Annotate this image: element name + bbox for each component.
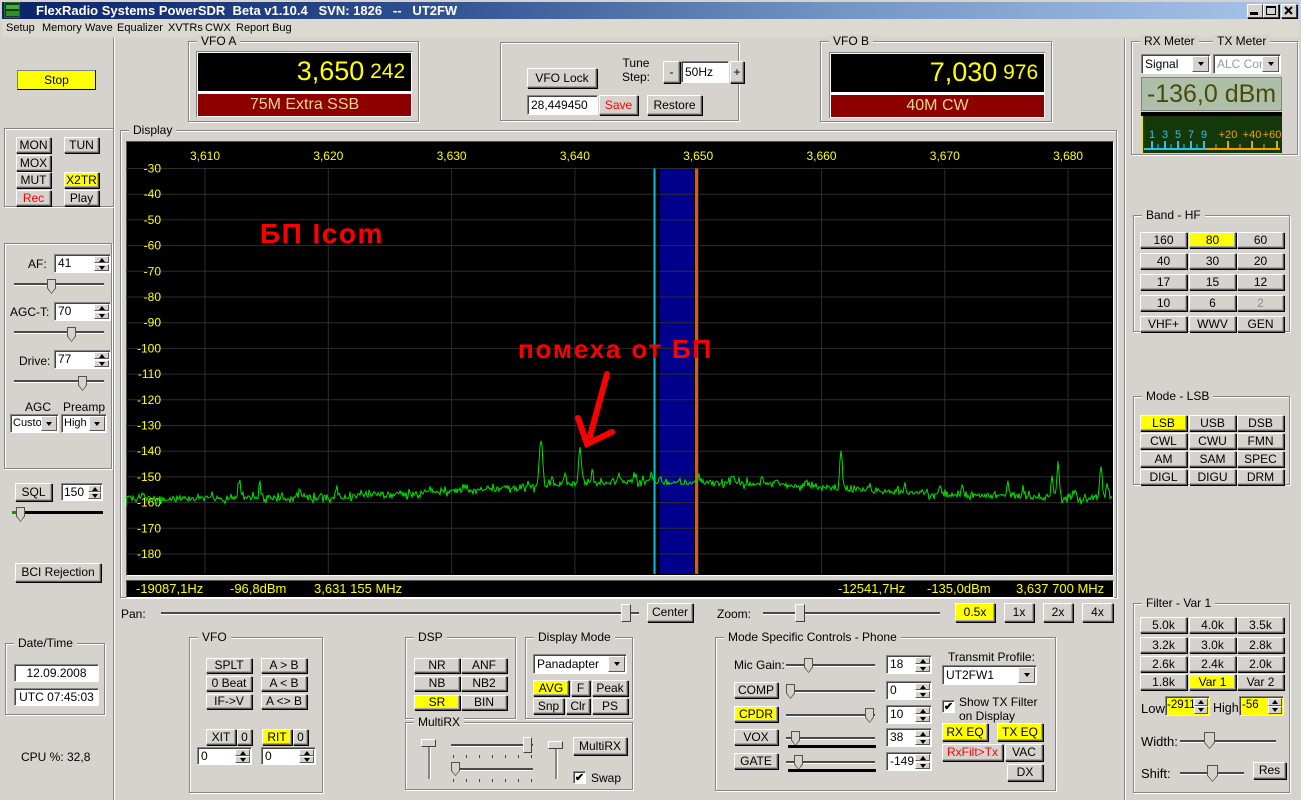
svg-text:+40: +40	[1243, 129, 1262, 141]
svg-text:помеха от БП: помеха от БП	[518, 334, 713, 364]
svg-text:-170: -170	[137, 521, 161, 535]
svg-text:-180: -180	[137, 547, 161, 561]
svg-text:1: 1	[1149, 129, 1155, 141]
svg-text:9: 9	[1201, 129, 1207, 141]
svg-text:-60: -60	[144, 239, 162, 253]
svg-text:+20: +20	[1219, 129, 1238, 141]
svg-text:+60: +60	[1263, 129, 1282, 141]
svg-text:5: 5	[1175, 129, 1181, 141]
svg-text:-140: -140	[137, 444, 161, 458]
svg-text:-70: -70	[144, 264, 162, 278]
svg-text:3,670: 3,670	[930, 149, 960, 163]
svg-text:3,620: 3,620	[313, 149, 343, 163]
svg-text:3,630: 3,630	[437, 149, 467, 163]
svg-text:БП Icom: БП Icom	[260, 218, 384, 249]
svg-text:-130: -130	[137, 419, 161, 433]
svg-text:3,680: 3,680	[1053, 149, 1083, 163]
svg-text:-80: -80	[144, 290, 162, 304]
svg-text:-30: -30	[144, 162, 162, 176]
svg-text:-120: -120	[137, 393, 161, 407]
svg-text:7: 7	[1188, 129, 1194, 141]
svg-text:-110: -110	[138, 367, 161, 381]
svg-text:3,650: 3,650	[683, 149, 713, 163]
svg-text:3,660: 3,660	[806, 149, 836, 163]
svg-text:-50: -50	[144, 213, 162, 227]
svg-text:3,610: 3,610	[190, 149, 220, 163]
svg-text:-150: -150	[137, 470, 161, 484]
svg-text:-40: -40	[144, 187, 162, 201]
svg-text:3,640: 3,640	[560, 149, 590, 163]
svg-text:3: 3	[1162, 129, 1168, 141]
svg-text:-90: -90	[144, 316, 162, 330]
svg-text:-100: -100	[137, 341, 161, 355]
